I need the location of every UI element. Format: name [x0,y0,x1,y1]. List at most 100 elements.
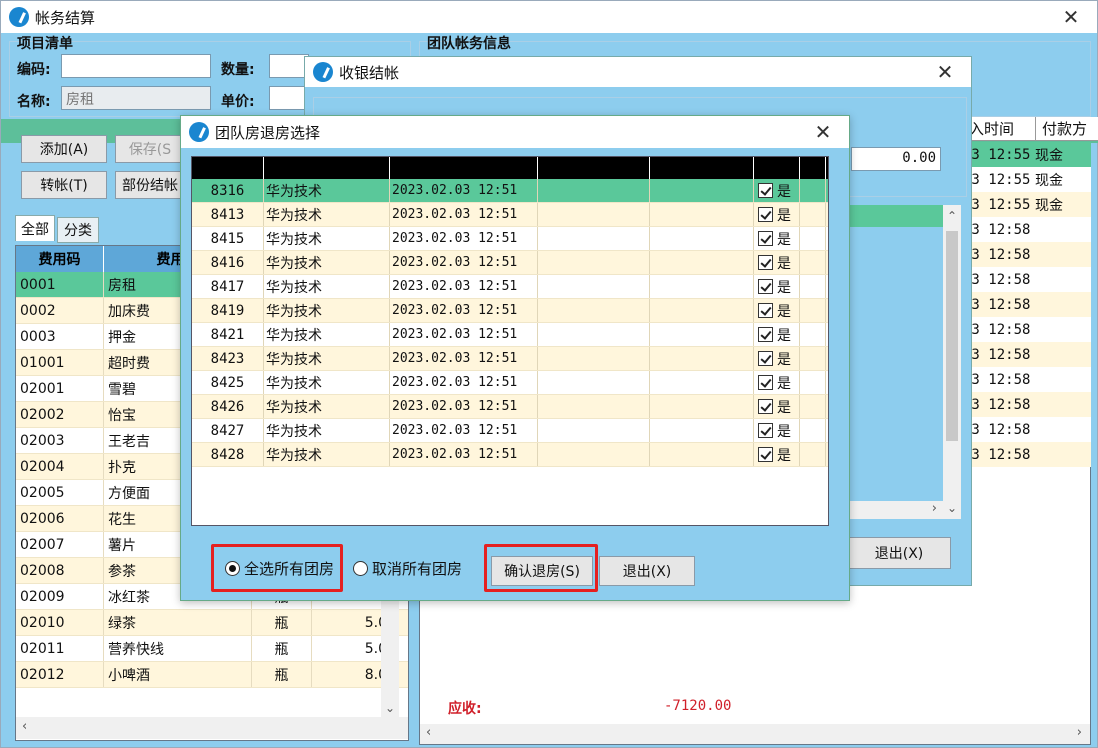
select-cell[interactable]: 是 [754,299,800,322]
cashier-hscroll[interactable]: › [847,501,943,519]
checkbox-checked-icon[interactable] [758,303,773,318]
select-cell[interactable]: 是 [754,203,800,226]
table-row[interactable]: 03 12:58 [963,217,1091,242]
table-row[interactable]: 03 12:55 现金 [963,167,1091,192]
table-row[interactable]: 8425 华为技术 2023.02.03 12:51 是 [192,371,828,395]
tab-category[interactable]: 分类 [57,217,99,243]
price-input[interactable] [269,86,309,110]
row-time: 03 12:58 [963,346,1031,363]
cashier-scroll-up-icon[interactable]: ⌃ [947,209,957,223]
table-row[interactable]: 03 12:58 [963,367,1091,392]
checkbox-checked-icon[interactable] [758,183,773,198]
checkbox-checked-icon[interactable] [758,351,773,366]
name-input[interactable]: 房租 [61,86,211,110]
select-flag: 是 [777,255,791,272]
checkbox-checked-icon[interactable] [758,279,773,294]
detail-scroll-right-icon[interactable]: › [1077,725,1082,740]
select-cell[interactable]: 是 [754,227,800,250]
checkbox-checked-icon[interactable] [758,327,773,342]
checkbox-checked-icon[interactable] [758,207,773,222]
table-row[interactable]: 8427 华为技术 2023.02.03 12:51 是 [192,419,828,443]
amount-input[interactable]: 0.00 [851,147,941,171]
table-row[interactable]: 03 12:55 现金 [963,192,1091,217]
checkbox-checked-icon[interactable] [758,231,773,246]
scroll-down-icon[interactable]: ⌄ [385,701,395,715]
col-blank2-header[interactable] [650,157,754,179]
code-input[interactable] [61,54,211,78]
table-row[interactable]: 8415 华为技术 2023.02.03 12:51 是 [192,227,828,251]
cashier-scroll-right-icon[interactable]: › [932,501,937,516]
col-blank1-header[interactable] [538,157,650,179]
table-row[interactable]: 03 12:58 [963,242,1091,267]
col-blank3-header[interactable] [800,157,826,179]
table-row[interactable]: 8426 华为技术 2023.02.03 12:51 是 [192,395,828,419]
team-exit-button[interactable]: 退出(X) [599,556,695,586]
checkbox-checked-icon[interactable] [758,255,773,270]
save-button[interactable]: 保存(S [115,135,185,163]
cashier-vscroll[interactable]: ⌃ ⌄ [943,205,961,519]
table-row[interactable]: 03 12:58 [963,442,1091,467]
checkbox-checked-icon[interactable] [758,423,773,438]
table-row[interactable]: 02011 营养快线瓶 5.0 [16,636,408,662]
detail-scroll-left-icon[interactable]: ‹ [426,725,431,740]
cashier-close-icon[interactable]: ✕ [933,60,957,84]
select-cell[interactable]: 是 [754,395,800,418]
col-select-header[interactable] [754,157,800,179]
row-time: 03 12:55 [963,171,1031,188]
col-time-header[interactable] [390,157,538,179]
select-cell[interactable]: 是 [754,371,800,394]
table-row[interactable]: 8316 华为技术 2023.02.03 12:51 是 [192,179,828,203]
expense-list-hscroll[interactable]: ‹ [16,717,408,739]
table-row[interactable]: 8416 华为技术 2023.02.03 12:51 是 [192,251,828,275]
cashier-scroll-thumb[interactable] [946,231,958,441]
tab-all[interactable]: 全部 [15,215,55,241]
scroll-left-icon[interactable]: ‹ [22,719,27,734]
table-row[interactable]: 8423 华为技术 2023.02.03 12:51 是 [192,347,828,371]
table-row[interactable]: 03 12:58 [963,292,1091,317]
table-row[interactable]: 8428 华为技术 2023.02.03 12:51 是 [192,443,828,467]
select-flag: 是 [777,351,791,368]
table-row[interactable]: 8413 华为技术 2023.02.03 12:51 是 [192,203,828,227]
cashier-exit-button[interactable]: 退出(X) [847,537,951,569]
col-time-header[interactable]: 入时间 [963,117,1035,140]
select-cell[interactable]: 是 [754,179,800,202]
table-row[interactable]: 03 12:58 [963,417,1091,442]
table-row[interactable]: 03 12:58 [963,267,1091,292]
table-row[interactable]: 03 12:58 [963,317,1091,342]
select-cell[interactable]: 是 [754,347,800,370]
col-company-header[interactable] [264,157,390,179]
transfer-button[interactable]: 转帐(T) [21,171,107,199]
company-name: 华为技术 [264,203,390,226]
select-cell[interactable]: 是 [754,419,800,442]
add-button[interactable]: 添加(A) [21,135,107,163]
select-cell[interactable]: 是 [754,323,800,346]
cancel-all-radio[interactable]: 取消所有团房 [353,558,462,579]
table-row[interactable]: 8419 华为技术 2023.02.03 12:51 是 [192,299,828,323]
detail-hscroll[interactable]: ‹ › [420,724,1090,744]
table-row[interactable]: 8417 华为技术 2023.02.03 12:51 是 [192,275,828,299]
blank-cell [538,275,650,298]
checkbox-checked-icon[interactable] [758,399,773,414]
table-row[interactable]: 03 12:58 [963,342,1091,367]
cancel-all-radio-icon[interactable] [353,561,368,576]
checkbox-checked-icon[interactable] [758,447,773,462]
qty-input[interactable] [269,54,309,78]
select-cell[interactable]: 是 [754,443,800,466]
table-row[interactable]: 02012 小啤酒瓶 8.0 [16,662,408,688]
table-row[interactable]: 03 12:55 现金 [963,142,1091,167]
select-cell[interactable]: 是 [754,275,800,298]
team-close-icon[interactable]: ✕ [811,120,835,144]
col-code-header[interactable]: 费用码 [16,246,104,272]
cashier-scroll-down-icon[interactable]: ⌄ [947,501,957,515]
item-code: 0001 [16,272,104,297]
partial-checkout-button[interactable]: 部份结帐 [115,171,185,199]
checkbox-checked-icon[interactable] [758,375,773,390]
col-room-header[interactable] [192,157,264,179]
table-row[interactable]: 8421 华为技术 2023.02.03 12:51 是 [192,323,828,347]
row-pay [1035,267,1091,292]
main-close-icon[interactable]: ✕ [1059,5,1083,29]
table-row[interactable]: 03 12:58 [963,392,1091,417]
select-cell[interactable]: 是 [754,251,800,274]
table-row[interactable]: 02010 绿茶瓶 5.0 [16,610,408,636]
col-pay-header[interactable]: 付款方 [1035,117,1098,140]
